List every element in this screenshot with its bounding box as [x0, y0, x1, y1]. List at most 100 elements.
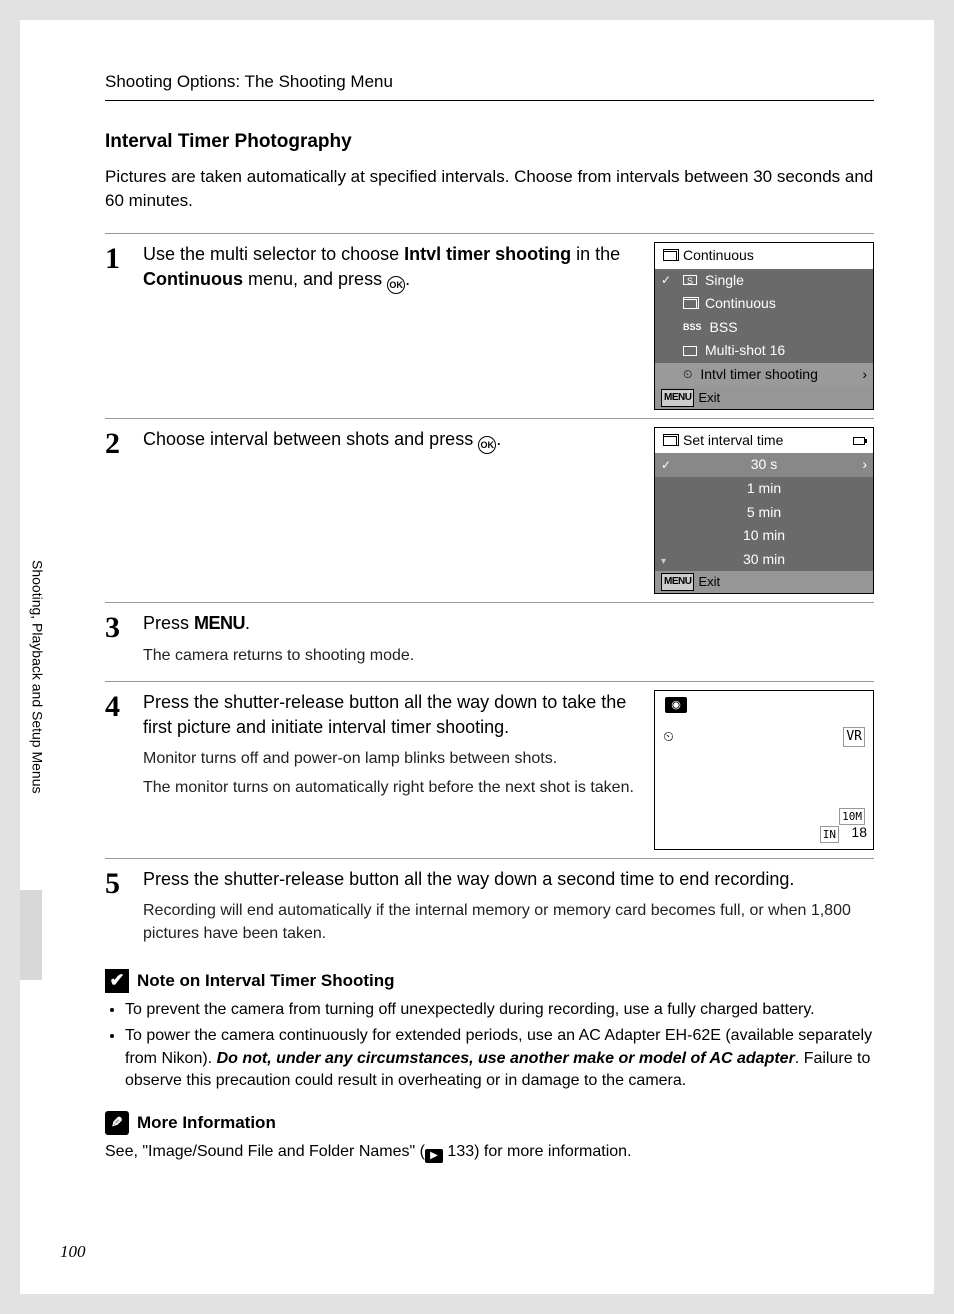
step-number: 1 [105, 242, 143, 410]
continuous-icon [683, 299, 697, 309]
step-5: 5 Press the shutter-release button all t… [105, 867, 874, 951]
label: Intvl timer shooting [700, 365, 818, 385]
step-1: 1 Use the multi selector to choose Intvl… [105, 242, 874, 410]
bss-icon: BSS [683, 321, 702, 334]
page-ref-num: 133 [447, 1143, 474, 1160]
label: Single [705, 271, 744, 291]
interval-10min: 10 min [655, 524, 873, 548]
lcd-shooting-screen: ◉ ⏲ VR 10M IN 18 [654, 690, 874, 850]
text: menu, and press [243, 269, 387, 289]
ok-button-icon: OK [387, 276, 405, 294]
page-title: Interval Timer Photography [105, 129, 874, 156]
section-header: Shooting Options: The Shooting Menu [105, 70, 874, 94]
menu-word: MENU [194, 613, 245, 633]
label: Continuous [705, 294, 776, 314]
step-4-note1: Monitor turns off and power-on lamp blin… [143, 748, 634, 770]
ok-button-icon: OK [478, 436, 496, 454]
continuous-icon [663, 436, 677, 446]
page-ref-icon: ▶ [425, 1149, 443, 1163]
divider [105, 681, 874, 682]
step-3-text: Press MENU. [143, 611, 874, 636]
memory-indicator: IN [820, 826, 839, 843]
clock-icon: ⏲ [683, 366, 692, 383]
step-number: 2 [105, 427, 143, 595]
step-1-text: Use the multi selector to choose Intvl t… [143, 242, 634, 294]
check-icon: ✓ [661, 457, 671, 474]
text: Press [143, 613, 194, 633]
divider [105, 602, 874, 603]
menu-badge-icon: MENU [661, 573, 694, 591]
menu-badge-icon: MENU [661, 389, 694, 407]
interval-30s: ✓ 30 s [655, 453, 873, 477]
step-3-note: The camera returns to shooting mode. [143, 645, 874, 667]
warning-bold: Do not, under any circumstances, use ano… [217, 1050, 795, 1067]
label: 30 s [751, 455, 777, 475]
vr-indicator: VR [843, 727, 865, 747]
continuous-icon [663, 251, 677, 261]
menu-item-single: ✓ Single [655, 269, 873, 293]
more-info-title: More Information [137, 1111, 276, 1135]
check-box-icon: ✔ [105, 969, 129, 993]
label: BSS [710, 318, 738, 338]
page-number: 100 [60, 1240, 86, 1264]
remaining-count: 18 [851, 823, 867, 843]
header-rule [105, 100, 874, 101]
note-bullet-1: To prevent the camera from turning off u… [125, 999, 874, 1021]
exit-label: Exit [698, 389, 720, 407]
scroll-down-icon: ▾ [661, 555, 666, 569]
image-size-indicator: 10M [839, 808, 865, 825]
step-3: 3 Press MENU. The camera returns to shoo… [105, 611, 874, 673]
step-2-text: Choose interval between shots and press … [143, 427, 634, 454]
more-info-text: See, "Image/Sound File and Folder Names"… [105, 1141, 874, 1163]
menu-item-multishot: Multi-shot 16 [655, 339, 873, 363]
text: in the [571, 244, 620, 264]
step-4-text: Press the shutter-release button all the… [143, 690, 634, 740]
camera-mode-icon: ◉ [665, 697, 687, 713]
lcd-footer: MENUExit [655, 387, 873, 409]
menu-item-intvl-timer: ⏲ Intvl timer shooting [655, 363, 873, 387]
battery-icon [853, 437, 865, 445]
interval-1min: 1 min [655, 477, 873, 501]
lcd-footer: MENUExit [655, 571, 873, 593]
step-5-note: Recording will end automatically if the … [143, 900, 874, 945]
intro-text: Pictures are taken automatically at spec… [105, 165, 874, 213]
grid-icon [683, 346, 697, 356]
lcd-interval-menu: Set interval time ✓ 30 s 1 min 5 min 10 m… [654, 427, 874, 595]
manual-page: Shooting, Playback and Setup Menus Shoot… [20, 20, 934, 1294]
single-icon [683, 275, 697, 285]
lcd-continuous-menu: Continuous ✓ Single Continuous BSS BSS Mul… [654, 242, 874, 410]
sidebar-tab [20, 890, 42, 980]
interval-30min: 30 min [655, 548, 873, 572]
bold: Continuous [143, 269, 243, 289]
check-icon: ✓ [661, 272, 671, 289]
step-5-text: Press the shutter-release button all the… [143, 867, 874, 892]
step-4-note2: The monitor turns on automatically right… [143, 777, 634, 799]
more-info-block: More Information [105, 1111, 874, 1135]
text: Use the multi selector to choose [143, 244, 404, 264]
interval-5min: 5 min [655, 501, 873, 525]
lcd-title: Continuous [683, 246, 754, 266]
menu-item-bss: BSS BSS [655, 316, 873, 340]
menu-item-continuous: Continuous [655, 292, 873, 316]
divider [105, 858, 874, 859]
timer-icon: ⏲ [663, 727, 674, 747]
more-info-icon [105, 1111, 129, 1135]
step-number: 5 [105, 867, 143, 951]
step-number: 3 [105, 611, 143, 673]
lcd-title: Set interval time [683, 431, 783, 451]
exit-label: Exit [698, 573, 720, 591]
note-title: Note on Interval Timer Shooting [137, 969, 395, 993]
note-block: ✔ Note on Interval Timer Shooting To pre… [105, 969, 874, 1093]
divider [105, 233, 874, 234]
step-number: 4 [105, 690, 143, 850]
text: See, "Image/Sound File and Folder Names"… [105, 1143, 425, 1160]
text: ) for more information. [474, 1143, 631, 1160]
step-2: 2 Choose interval between shots and pres… [105, 427, 874, 595]
bold: Intvl timer shooting [404, 244, 571, 264]
step-4: 4 Press the shutter-release button all t… [105, 690, 874, 850]
divider [105, 418, 874, 419]
text: Choose interval between shots and press [143, 429, 478, 449]
label: Multi-shot 16 [705, 341, 785, 361]
note-bullet-2: To power the camera continuously for ext… [125, 1025, 874, 1092]
sidebar-section-label: Shooting, Playback and Setup Menus [27, 560, 47, 794]
